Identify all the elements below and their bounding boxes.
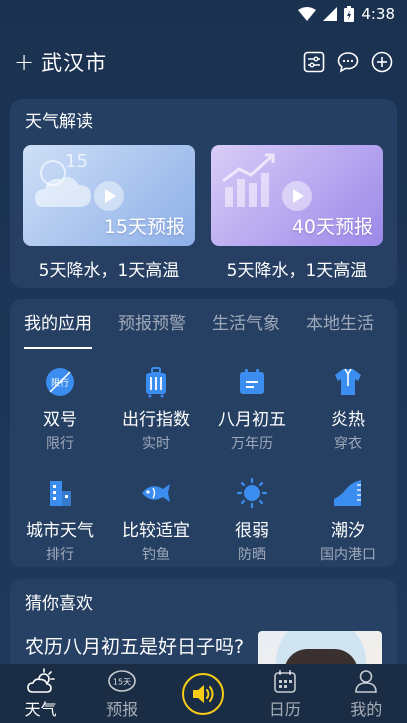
app-clothing[interactable]: 炎热 穿衣 <box>300 359 396 462</box>
svg-text:限行: 限行 <box>51 377 69 389</box>
app-name: 出行指数 <box>122 410 190 430</box>
app-name: 比较适宜 <box>122 521 190 541</box>
app-sub: 防晒 <box>238 547 266 563</box>
tide-icon <box>331 476 365 510</box>
weather-icon <box>26 667 56 694</box>
article-title[interactable]: 农历八月初五是好日子吗? <box>25 634 255 660</box>
sun-icon <box>235 476 269 510</box>
tab-local-life[interactable]: 本地生活 <box>306 299 374 349</box>
apps-tabs: 我的应用 预报预警 生活气象 本地生活 <box>10 299 397 349</box>
bottom-nav: 天气 15天 预报 日历 我的 <box>0 664 407 723</box>
fish-icon <box>139 476 173 510</box>
banner-label: 15天预报 <box>103 216 185 238</box>
settings-sliders-icon[interactable] <box>303 51 325 73</box>
banner-number: 15 <box>65 151 88 172</box>
profile-icon <box>351 668 381 694</box>
luggage-icon <box>139 365 173 399</box>
app-name: 双号 <box>43 410 77 430</box>
clothing-icon <box>331 365 365 399</box>
top-actions <box>303 51 393 73</box>
status-time: 4:38 <box>361 5 395 23</box>
sound-icon <box>193 684 214 703</box>
app-travel-index[interactable]: 出行指数 实时 <box>108 359 204 462</box>
apps-grid: 限行 双号 限行 出行指数 实时 八月初五 万年历 炎热 穿衣 城市天气 排行 … <box>10 349 397 573</box>
forecast-15-icon: 15天 <box>107 668 137 694</box>
weather-reading-card: 天气解读 15 15天预报 5天降水，1天高温 40天预报 5天降水，1天高温 <box>10 99 397 288</box>
app-sub: 万年历 <box>231 436 273 452</box>
wifi-icon <box>298 7 317 21</box>
weather-reading-title: 天气解读 <box>25 112 93 132</box>
forecast-caption: 5天降水，1天高温 <box>226 261 368 281</box>
nav-calendar[interactable]: 日历 <box>250 668 320 720</box>
battery-icon <box>344 6 355 22</box>
forecast-caption: 5天降水，1天高温 <box>38 261 180 281</box>
app-name: 炎热 <box>331 410 365 430</box>
forecast-15-day-item[interactable]: 15 15天预报 5天降水，1天高温 <box>23 145 195 281</box>
app-calendar[interactable]: 八月初五 万年历 <box>204 359 300 462</box>
city-selector[interactable]: + 武汉市 <box>14 47 107 77</box>
status-bar: 4:38 <box>0 0 407 28</box>
app-fishing[interactable]: 比较适宜 钓鱼 <box>108 470 204 573</box>
nav-profile[interactable]: 我的 <box>331 668 401 720</box>
nav-sound[interactable] <box>168 672 238 715</box>
app-name: 很弱 <box>235 521 269 541</box>
nav-label: 我的 <box>350 699 383 719</box>
app-tide[interactable]: 潮汐 国内港口 <box>300 470 396 573</box>
tab-life-weather[interactable]: 生活气象 <box>212 299 280 349</box>
nav-label: 天气 <box>24 699 57 719</box>
app-sub: 穿衣 <box>334 436 362 452</box>
app-city-ranking[interactable]: 城市天气 排行 <box>12 470 108 573</box>
app-sub: 排行 <box>46 547 74 563</box>
sound-button[interactable] <box>182 672 225 715</box>
nav-forecast[interactable]: 15天 预报 <box>87 668 157 720</box>
tab-forecast-warning[interactable]: 预报预警 <box>118 299 186 349</box>
add-city-icon[interactable]: + <box>14 50 35 74</box>
apps-card: 我的应用 预报预警 生活气象 本地生活 限行 双号 限行 出行指数 实时 八月初… <box>10 299 397 567</box>
traffic-restriction-icon: 限行 <box>43 365 77 399</box>
play-button[interactable] <box>94 181 124 211</box>
tab-my-apps[interactable]: 我的应用 <box>24 299 92 349</box>
app-name: 八月初五 <box>218 410 286 430</box>
forecast-40-day-banner[interactable]: 40天预报 <box>211 145 383 246</box>
app-sub: 实时 <box>142 436 170 452</box>
app-traffic-restriction[interactable]: 限行 双号 限行 <box>12 359 108 462</box>
forecast-15-day-banner[interactable]: 15 15天预报 <box>23 145 195 246</box>
signal-icon <box>323 7 338 21</box>
app-sun-protection[interactable]: 很弱 防晒 <box>204 470 300 573</box>
play-button[interactable] <box>282 181 312 211</box>
calendar-icon <box>235 365 269 399</box>
app-name: 城市天气 <box>26 521 94 541</box>
app-sub: 钓鱼 <box>142 547 170 563</box>
app-sub: 国内港口 <box>320 547 376 563</box>
city-ranking-icon <box>43 476 77 510</box>
forecast-40-day-item[interactable]: 40天预报 5天降水，1天高温 <box>211 145 383 281</box>
top-bar: + 武汉市 <box>0 44 407 80</box>
app-name: 潮汐 <box>331 521 365 541</box>
banner-label: 40天预报 <box>291 216 373 238</box>
app-sub: 限行 <box>46 436 74 452</box>
svg-text:15天: 15天 <box>113 677 131 686</box>
nav-label: 日历 <box>268 699 301 719</box>
city-name[interactable]: 武汉市 <box>41 47 107 77</box>
calendar-icon <box>270 668 300 694</box>
add-circle-icon[interactable] <box>371 51 393 73</box>
recommend-title: 猜你喜欢 <box>25 594 93 614</box>
nav-label: 预报 <box>106 699 139 719</box>
message-icon[interactable] <box>337 51 359 73</box>
nav-weather[interactable]: 天气 <box>6 667 76 720</box>
